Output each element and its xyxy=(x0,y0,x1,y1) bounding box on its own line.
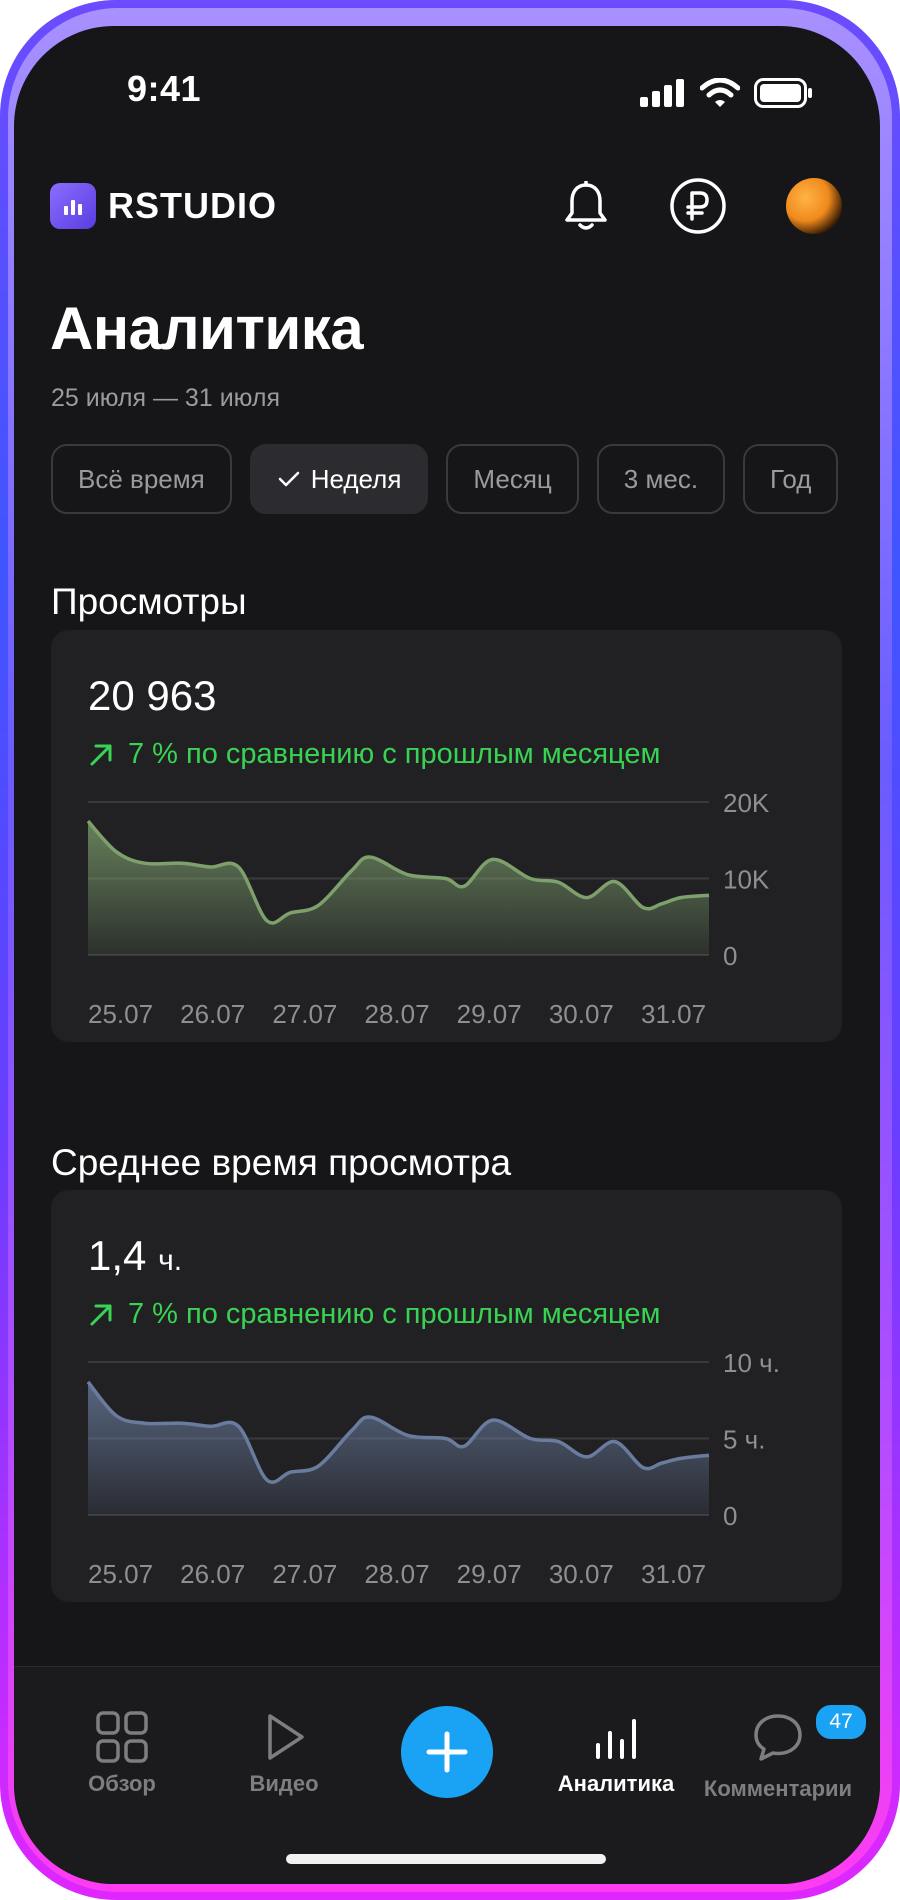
plus-icon xyxy=(426,1731,468,1773)
views-x-tick-label: 28.07 xyxy=(365,999,430,1029)
tab-year[interactable]: Год xyxy=(743,444,839,514)
grid-icon xyxy=(96,1711,148,1763)
avg-time-x-tick-label: 27.07 xyxy=(272,1559,337,1589)
avg-time-y-tick-label: 0 xyxy=(723,1501,737,1531)
avg-time-y-tick-label: 10 ч. xyxy=(723,1348,780,1378)
battery-icon xyxy=(754,78,812,108)
avg-time-x-tick-label: 28.07 xyxy=(365,1559,430,1589)
chat-bubble-icon xyxy=(754,1714,802,1761)
play-icon xyxy=(268,1714,304,1760)
notifications-button[interactable] xyxy=(556,176,616,236)
screen: 9:41 RSTUDIO Аналитика 25 июля — 31 июля… xyxy=(14,26,880,1884)
views-x-tick-label: 25.07 xyxy=(88,999,153,1029)
status-time: 9:41 xyxy=(127,68,202,109)
views-x-tick-label: 31.07 xyxy=(641,999,706,1029)
avg-time-x-tick-label: 25.07 xyxy=(88,1559,153,1589)
nav-analytics[interactable]: Аналитика xyxy=(536,1711,696,1797)
ruble-icon xyxy=(670,178,726,234)
avg-time-x-tick-label: 30.07 xyxy=(549,1559,614,1589)
date-range: 25 июля — 31 июля xyxy=(51,384,280,412)
nav-overview[interactable]: Обзор xyxy=(42,1711,202,1797)
views-x-tick-label: 30.07 xyxy=(549,999,614,1029)
avg-time-y-tick-label: 5 ч. xyxy=(723,1425,765,1455)
views-section-title: Просмотры xyxy=(51,581,247,622)
page-title: Аналитика xyxy=(50,295,364,362)
tab-all-time[interactable]: Всё время xyxy=(51,444,232,514)
tab-3-months[interactable]: 3 мес. xyxy=(596,444,726,514)
views-card: 20 963 7 % по сравнению с прошлым месяце… xyxy=(51,630,842,1042)
user-avatar[interactable] xyxy=(786,178,842,234)
views-x-tick-label: 29.07 xyxy=(457,999,522,1029)
avg-time-x-tick-label: 29.07 xyxy=(457,1559,522,1589)
balance-button[interactable] xyxy=(668,176,728,236)
avg-time-x-tick-label: 31.07 xyxy=(641,1559,706,1589)
nav-comments[interactable]: 47 Комментарии xyxy=(698,1703,868,1802)
bell-icon xyxy=(565,181,607,230)
avg-time-section-title: Среднее время просмотра xyxy=(51,1142,512,1183)
wifi-icon xyxy=(700,78,740,107)
checkmark-icon xyxy=(278,471,299,487)
views-chart: 20K 10K 0 25.07 26.07 27.07 28.07 29.07 30.07 31.… xyxy=(86,788,770,1029)
add-button[interactable] xyxy=(401,1706,493,1798)
brand-name: RSTUDIO xyxy=(108,185,277,226)
views-x-tick-label: 26.07 xyxy=(180,999,245,1029)
nav-video[interactable]: Видео xyxy=(204,1711,364,1797)
avg-time-area xyxy=(88,1381,709,1515)
views-y-tick-label: 10K xyxy=(723,865,770,895)
views-area xyxy=(88,821,709,955)
period-tabs: Всё время Неделя Месяц 3 мес. Год xyxy=(51,444,839,514)
logo-icon xyxy=(50,183,96,229)
avg-time-card: 1,4 ч. 7 % по сравнению с прошлым месяце… xyxy=(51,1190,842,1602)
cellular-signal-icon xyxy=(640,79,684,107)
comments-badge: 47 xyxy=(814,1703,868,1741)
tab-month[interactable]: Месяц xyxy=(446,444,579,514)
tab-week[interactable]: Неделя xyxy=(249,444,429,514)
avg-time-chart: 10 ч. 5 ч. 0 25.07 26.07 27.07 28.07 29.07 30.07… xyxy=(86,1348,780,1589)
bar-chart-icon xyxy=(596,1719,636,1759)
status-icons xyxy=(640,78,814,108)
views-y-tick-label: 0 xyxy=(723,941,737,971)
brand-logo[interactable]: RSTUDIO xyxy=(50,183,277,229)
home-indicator xyxy=(286,1854,606,1864)
avg-time-x-tick-label: 26.07 xyxy=(180,1559,245,1589)
views-x-tick-label: 27.07 xyxy=(272,999,337,1029)
views-y-tick-label: 20K xyxy=(723,788,770,818)
